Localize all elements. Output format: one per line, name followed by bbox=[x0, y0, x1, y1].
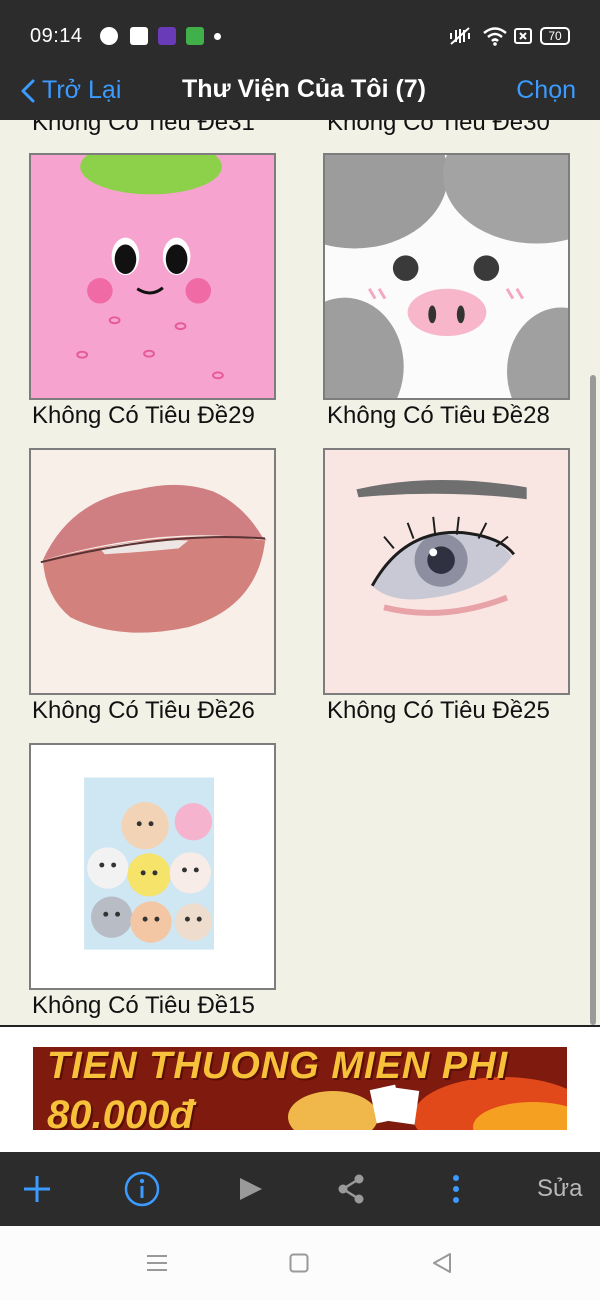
home-icon[interactable] bbox=[289, 1253, 309, 1273]
artwork-thumbnail[interactable] bbox=[29, 448, 276, 695]
scrollbar[interactable] bbox=[590, 375, 596, 1025]
plus-icon bbox=[24, 1176, 50, 1202]
artwork-caption: Không Có Tiêu Đề26 bbox=[32, 697, 255, 724]
play-icon bbox=[240, 1178, 262, 1200]
artwork-caption: Không Có Tiêu Đề25 bbox=[327, 697, 550, 724]
more-vertical-icon bbox=[453, 1175, 459, 1203]
pink-face-artwork bbox=[31, 155, 274, 398]
ad-amount: 80.000đ bbox=[47, 1093, 194, 1130]
select-button[interactable]: Chọn bbox=[516, 76, 576, 105]
info-icon bbox=[124, 1171, 160, 1207]
info-button[interactable] bbox=[122, 1169, 162, 1209]
gallery-grid: Không Có Tiêu Đề31 Không Có Tiêu Đề30 Kh… bbox=[0, 120, 600, 1025]
status-bar: 09:14 70 bbox=[0, 0, 600, 62]
sim-icon bbox=[514, 28, 532, 44]
status-time: 09:14 bbox=[30, 25, 83, 47]
more-button[interactable] bbox=[446, 1169, 466, 1209]
wifi-icon bbox=[483, 27, 507, 46]
artwork-thumbnail[interactable] bbox=[323, 153, 570, 400]
artwork-thumbnail[interactable] bbox=[29, 153, 276, 400]
system-nav-bar bbox=[0, 1226, 600, 1300]
back-triangle-icon[interactable] bbox=[431, 1252, 453, 1274]
share-button[interactable] bbox=[334, 1169, 368, 1209]
cow-face-artwork bbox=[325, 155, 568, 398]
artwork-thumbnail[interactable] bbox=[29, 743, 276, 990]
edit-button[interactable]: Sửa bbox=[537, 1169, 582, 1209]
vibrate-icon bbox=[450, 27, 470, 45]
app-h-icon bbox=[130, 27, 148, 45]
battery-icon: 70 bbox=[540, 27, 570, 45]
nav-bar: Trở Lại Thư Viện Của Tôi (7) Chọn bbox=[0, 62, 600, 120]
ad-headline: TIEN THUONG MIEN PHI bbox=[47, 1047, 509, 1087]
lips-artwork bbox=[31, 450, 274, 693]
artwork-caption: Không Có Tiêu Đề29 bbox=[32, 402, 255, 429]
facebook-icon bbox=[100, 27, 118, 45]
app-green-icon bbox=[186, 27, 204, 45]
characters-artwork bbox=[31, 745, 274, 988]
play-button[interactable] bbox=[234, 1169, 266, 1209]
add-button[interactable] bbox=[20, 1169, 54, 1209]
artwork-caption: Không Có Tiêu Đề15 bbox=[32, 992, 255, 1019]
eye-artwork bbox=[325, 450, 568, 693]
artwork-thumbnail[interactable] bbox=[323, 448, 570, 695]
share-icon bbox=[338, 1174, 364, 1204]
notification-dot-icon bbox=[214, 33, 221, 40]
battery-level: 70 bbox=[548, 29, 562, 43]
gallery-item-caption-partial: Không Có Tiêu Đề30 bbox=[327, 120, 550, 136]
app-star-icon bbox=[158, 27, 176, 45]
page-title: Thư Viện Của Tôi (7) bbox=[181, 75, 427, 103]
ad-area: TIEN THUONG MIEN PHI 80.000đ bbox=[0, 1027, 600, 1152]
ad-banner[interactable]: TIEN THUONG MIEN PHI 80.000đ bbox=[33, 1047, 567, 1130]
bottom-toolbar: Sửa bbox=[0, 1152, 600, 1226]
menu-icon[interactable] bbox=[146, 1254, 168, 1272]
artwork-caption: Không Có Tiêu Đề28 bbox=[327, 402, 550, 429]
gallery-item-caption-partial: Không Có Tiêu Đề31 bbox=[32, 120, 255, 136]
